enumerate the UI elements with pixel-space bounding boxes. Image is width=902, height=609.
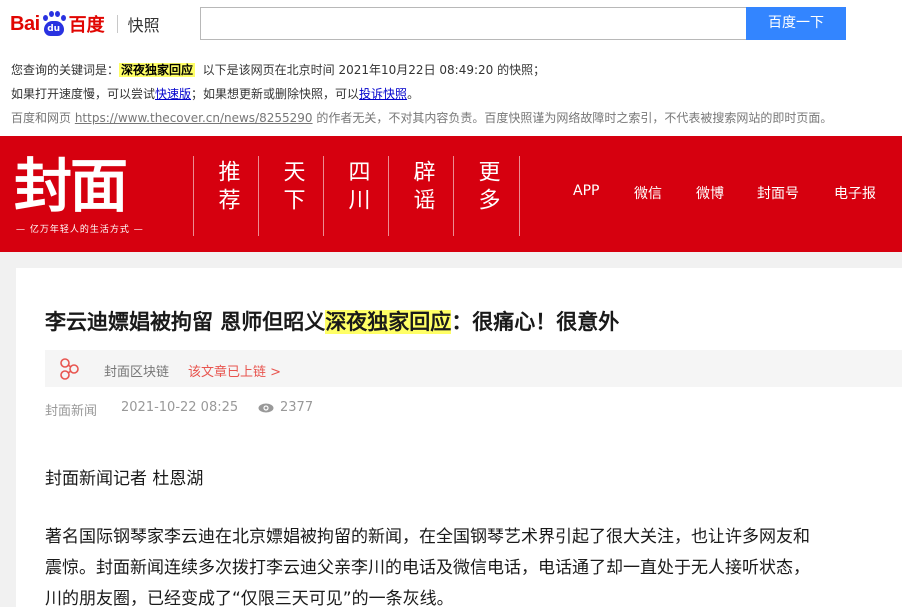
article-byline: 封面新闻记者 杜恩湖 (45, 469, 204, 489)
article-source: 封面新闻 (45, 404, 98, 419)
nav-e-paper[interactable]: 电子报 (834, 183, 876, 203)
snapshot-info-line-2: 如果打开速度慢，可以尝试快速版；如果想更新或删除快照，可以投诉快照。 (11, 87, 420, 101)
baidu-snapshot-header: Bai du 百度 快照 百度一下 (0, 0, 902, 48)
eye-icon (258, 403, 274, 413)
query-keyword: 深夜独家回应 (119, 63, 196, 77)
source-url-link[interactable]: https://www.thecover.cn/news/8255290 (75, 111, 313, 125)
nav-app[interactable]: APP (573, 183, 599, 199)
search-input[interactable] (200, 7, 746, 40)
logo-divider (116, 15, 118, 33)
nav-cover-account[interactable]: 封面号 (757, 183, 799, 203)
baidu-logo-cn: 百度 (68, 15, 105, 36)
site-logo[interactable]: 封面 (14, 146, 128, 226)
site-slogan: — 亿万年轻人的生活方式 — (16, 225, 144, 235)
article-datetime: 2021-10-22 08:25 (121, 400, 239, 415)
baidu-logo[interactable]: Bai du 百度 快照 (10, 6, 160, 42)
on-chain-link[interactable]: 该文章已上链 > (188, 361, 281, 380)
nav-item-rumor[interactable]: 辟谣 (388, 156, 454, 236)
nav-wechat[interactable]: 微信 (634, 183, 662, 203)
snapshot-label: 快照 (127, 16, 160, 35)
nav-weibo[interactable]: 微博 (696, 183, 724, 203)
nav-item-recommend[interactable]: 推荐 (193, 156, 259, 236)
nav-item-more[interactable]: 更多 (453, 156, 520, 236)
snapshot-disclaimer: 百度和网页 https://www.thecover.cn/news/82552… (11, 111, 833, 125)
site-header: 封面 — 亿万年轻人的生活方式 — 推荐 天下 四川 辟谣 更多 APP 微信 … (0, 136, 902, 252)
search-button[interactable]: 百度一下 (746, 7, 846, 40)
article-paragraph-line-2: 震惊。封面新闻连续多次拨打李云迪父亲李川的电话及微信电话，电话通了却一直处于无人… (45, 558, 810, 578)
nav-item-world[interactable]: 天下 (258, 156, 324, 236)
blockchain-icon (60, 358, 79, 380)
snapshot-info-line-1: 您查询的关键词是： 深夜独家回应 以下是该网页在北京时间 2021年10月22日 … (11, 63, 546, 77)
title-keyword-highlight: 深夜独家回应 (325, 310, 452, 334)
fast-version-link[interactable]: 快速版 (155, 87, 191, 101)
view-count: 2377 (280, 400, 314, 415)
article-title: 李云迪嫖娼被拘留 恩师但昭义深夜独家回应：很痛心！很意外 (45, 310, 620, 334)
blockchain-label: 封面区块链 (104, 365, 170, 380)
complain-snapshot-link[interactable]: 投诉快照 (359, 87, 407, 101)
article-paragraph-line-1: 著名国际钢琴家李云迪在北京嫖娼被拘留的新闻，在全国钢琴艺术界引起了很大关注，也让… (45, 527, 810, 547)
baidu-paw-icon: du (41, 11, 67, 37)
baidu-logo-text: Bai (10, 12, 40, 35)
article-paragraph-line-3: 川的朋友圈，已经变成了“仅限三天可见”的一条灰线。 (45, 589, 454, 609)
nav-item-sichuan[interactable]: 四川 (323, 156, 389, 236)
blockchain-bar: 封面区块链 该文章已上链 > (45, 350, 902, 387)
